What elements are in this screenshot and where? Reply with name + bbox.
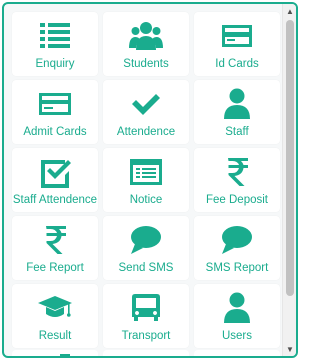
- tile-label: Id Cards: [215, 58, 259, 70]
- peek-tile: [12, 350, 98, 356]
- tile-label: Transport: [121, 330, 171, 342]
- tile-staff-attendence[interactable]: Staff Attendence: [12, 148, 98, 212]
- tile-students[interactable]: Students: [103, 12, 189, 76]
- tile-label: Students: [123, 58, 169, 70]
- scroll-up-arrow-icon[interactable]: ▲: [283, 4, 296, 18]
- scroll-thumb[interactable]: [286, 20, 294, 296]
- tile-sms-report[interactable]: SMS Report: [194, 216, 280, 280]
- next-row-peek: [12, 350, 280, 356]
- tile-label: Enquiry: [35, 58, 75, 70]
- tile-label: Staff Attendence: [12, 194, 98, 206]
- tile-fee-deposit[interactable]: Fee Deposit: [194, 148, 280, 212]
- module-grid: Enquiry Students Id Cards Admit Cards At: [12, 12, 280, 348]
- chat-bubble-icon: [128, 222, 164, 258]
- chat-bubble-icon: [219, 222, 255, 258]
- tile-admit-cards[interactable]: Admit Cards: [12, 80, 98, 144]
- tile-label: Result: [38, 330, 72, 342]
- bus-icon: [128, 290, 164, 326]
- tile-label: Notice: [129, 194, 163, 206]
- graduation-cap-icon: [37, 290, 73, 326]
- rupee-icon: [219, 154, 255, 190]
- tile-users[interactable]: Users: [194, 284, 280, 348]
- peek-tile: [194, 350, 280, 356]
- tile-label: Staff: [225, 126, 249, 138]
- check-icon: [128, 86, 164, 122]
- partial-icon: [60, 354, 70, 356]
- id-card-icon: [219, 18, 255, 54]
- user-icon: [219, 290, 255, 326]
- tile-transport[interactable]: Transport: [103, 284, 189, 348]
- group-users-icon: [128, 18, 164, 54]
- notice-board-icon: [128, 154, 164, 190]
- tile-attendence[interactable]: Attendence: [103, 80, 189, 144]
- tile-label: Users: [221, 330, 253, 342]
- tile-label: Attendence: [116, 126, 176, 138]
- tile-label: Admit Cards: [23, 126, 87, 138]
- tile-label: SMS Report: [205, 262, 269, 274]
- tile-label: Fee Deposit: [205, 194, 268, 206]
- tile-enquiry[interactable]: Enquiry: [12, 12, 98, 76]
- user-icon: [219, 86, 255, 122]
- peek-tile: [103, 350, 189, 356]
- tile-notice[interactable]: Notice: [103, 148, 189, 212]
- list-icon: [37, 18, 73, 54]
- tile-send-sms[interactable]: Send SMS: [103, 216, 189, 280]
- tile-staff[interactable]: Staff: [194, 80, 280, 144]
- tile-id-cards[interactable]: Id Cards: [194, 12, 280, 76]
- tile-label: Fee Report: [26, 262, 84, 274]
- tile-fee-report[interactable]: Fee Report: [12, 216, 98, 280]
- vertical-scrollbar[interactable]: ▲ ▼: [282, 4, 296, 356]
- check-square-icon: [37, 154, 73, 190]
- scroll-down-arrow-icon[interactable]: ▼: [283, 342, 296, 356]
- tile-label: Send SMS: [118, 262, 174, 274]
- rupee-icon: [37, 222, 73, 258]
- dashboard-panel: Enquiry Students Id Cards Admit Cards At: [2, 2, 298, 358]
- card-icon: [37, 86, 73, 122]
- tile-result[interactable]: Result: [12, 284, 98, 348]
